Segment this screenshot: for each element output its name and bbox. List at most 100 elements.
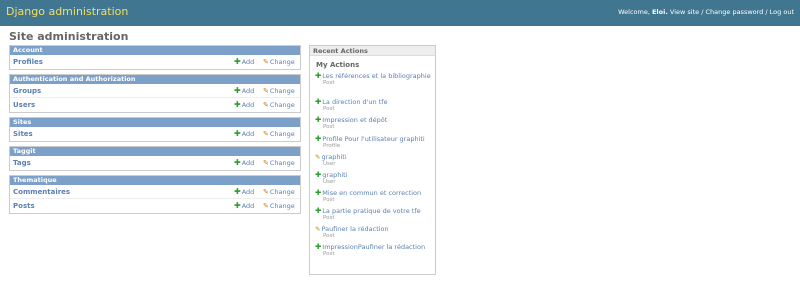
page-title: Site administration	[9, 30, 129, 43]
change-label: Change	[269, 202, 295, 210]
recent-action-link[interactable]: ✚ImpressionPaufiner la rédaction	[315, 242, 433, 252]
plus-icon: ✚	[234, 187, 241, 196]
change-link[interactable]: ✎Change	[263, 127, 295, 141]
change-label: Change	[269, 58, 295, 66]
pencil-icon: ✎	[263, 87, 269, 95]
plus-icon: ✚	[234, 158, 241, 167]
recent-action-item: ✚graphiti User	[315, 171, 433, 186]
change-password-link[interactable]: Change password	[706, 8, 764, 16]
model-link[interactable]: Profiles	[13, 55, 43, 69]
recent-action-title: ImpressionPaufiner la rédaction	[322, 243, 426, 251]
model-link[interactable]: Tags	[13, 156, 31, 170]
model-link[interactable]: Sites	[13, 127, 33, 141]
welcome-text: Welcome,	[618, 8, 650, 16]
change-link[interactable]: ✎Change	[263, 199, 295, 213]
plus-icon: ✚	[234, 201, 241, 210]
plus-icon: ✚	[315, 242, 322, 251]
header-bar: Django administration Welcome, Eloi. Vie…	[0, 0, 800, 26]
model-row: Sites ✚Add ✎Change	[10, 127, 300, 141]
add-link[interactable]: ✚Add	[234, 98, 254, 112]
plus-icon: ✚	[234, 100, 241, 109]
plus-icon: ✚	[315, 170, 322, 179]
recent-action-link[interactable]: ✎Paufiner la rédaction	[315, 225, 433, 233]
model-link[interactable]: Users	[13, 98, 35, 112]
add-link[interactable]: ✚Add	[234, 156, 254, 170]
model-row: Users ✚Add ✎Change	[10, 98, 300, 112]
recent-action-link[interactable]: ✚Mise en commun et correction	[315, 188, 433, 198]
add-label: Add	[241, 87, 255, 95]
recent-action-link[interactable]: ✚La partie pratique de votre tfe	[315, 207, 433, 216]
change-label: Change	[269, 159, 295, 167]
model-row: Profiles ✚Add ✎Change	[10, 55, 300, 69]
app-module: Taggit Tags ✚Add ✎Change	[9, 146, 301, 171]
app-module: Authentication and Authorization Groups ✚A…	[9, 74, 301, 113]
pencil-icon: ✎	[263, 159, 269, 167]
recent-action-link[interactable]: ✚Profile Pour l'utilisateur graphiti	[315, 135, 433, 144]
add-link[interactable]: ✚Add	[234, 127, 254, 141]
logout-link[interactable]: Log out	[770, 8, 794, 16]
change-link[interactable]: ✎Change	[263, 84, 295, 98]
model-link[interactable]: Posts	[13, 199, 35, 213]
model-row: Posts ✚Add ✎Change	[10, 199, 300, 213]
module-caption[interactable]: Thematique	[10, 176, 300, 185]
recent-actions-caption: Recent Actions	[310, 46, 435, 56]
add-label: Add	[241, 188, 255, 196]
pencil-icon: ✎	[263, 58, 269, 66]
recent-action-title: La partie pratique de votre tfe	[322, 207, 421, 215]
recent-action-title: Mise en commun et correction	[322, 189, 422, 197]
app-module: Thematique Commentaires ✚Add ✎Change Posts ✚A…	[9, 175, 301, 214]
recent-action-title: Paufiner la rédaction	[321, 225, 389, 233]
add-link[interactable]: ✚Add	[234, 199, 254, 213]
recent-action-item: ✚La direction d'un tfe Post	[315, 98, 433, 113]
recent-action-type: Post	[323, 251, 335, 257]
add-link[interactable]: ✚Add	[234, 55, 254, 69]
recent-action-item: ✚Les références et la bibliographie Post	[315, 72, 433, 87]
recent-action-link[interactable]: ✚La direction d'un tfe	[315, 97, 433, 107]
recent-action-link[interactable]: ✚Impression et dépôt	[315, 115, 433, 125]
model-row: Groups ✚Add ✎Change	[10, 84, 300, 98]
add-label: Add	[241, 159, 255, 167]
change-link[interactable]: ✎Change	[263, 156, 295, 170]
recent-action-item: ✚Mise en commun et correction Post	[315, 189, 433, 204]
model-link[interactable]: Commentaires	[13, 185, 70, 199]
recent-action-item: ✚Impression et dépôt Post	[315, 116, 433, 131]
module-caption[interactable]: Sites	[10, 118, 300, 127]
change-link[interactable]: ✎Change	[263, 98, 295, 112]
plus-icon: ✚	[315, 115, 322, 124]
recent-action-link[interactable]: ✚Les références et la bibliographie	[315, 72, 433, 81]
change-label: Change	[269, 87, 295, 95]
recent-action-type: Post	[323, 124, 335, 130]
recent-action-link[interactable]: ✎graphiti	[315, 153, 433, 161]
add-link[interactable]: ✚Add	[234, 185, 254, 199]
change-link[interactable]: ✎Change	[263, 185, 295, 199]
separator: /	[701, 8, 704, 16]
recent-action-title: Impression et dépôt	[322, 116, 388, 124]
module-caption[interactable]: Account	[10, 46, 300, 55]
recent-action-title: Profile Pour l'utilisateur graphiti	[322, 135, 425, 143]
recent-action-item: ✚Profile Pour l'utilisateur graphiti Prof…	[315, 135, 433, 150]
add-link[interactable]: ✚Add	[234, 84, 254, 98]
app-module: Account Profiles ✚Add ✎Change	[9, 45, 301, 70]
model-row: Tags ✚Add ✎Change	[10, 156, 300, 170]
plus-icon: ✚	[315, 188, 322, 197]
plus-icon: ✚	[234, 86, 241, 95]
recent-action-item: ✎Paufiner la rédaction Post	[315, 225, 433, 240]
recent-action-type: Post	[323, 80, 335, 86]
recent-action-type: Post	[323, 106, 335, 112]
module-caption[interactable]: Authentication and Authorization	[10, 75, 300, 84]
app-modules: Account Profiles ✚Add ✎Change Authentication…	[9, 45, 301, 218]
plus-icon: ✚	[315, 97, 322, 106]
recent-action-type: User	[323, 161, 336, 167]
change-label: Change	[269, 130, 295, 138]
recent-action-link[interactable]: ✚graphiti	[315, 170, 433, 180]
module-caption[interactable]: Taggit	[10, 147, 300, 156]
change-link[interactable]: ✎Change	[263, 55, 295, 69]
recent-actions-panel: Recent Actions My Actions ✚Les référence…	[309, 45, 436, 275]
model-row: Commentaires ✚Add ✎Change	[10, 185, 300, 199]
site-branding[interactable]: Django administration	[6, 5, 128, 18]
pencil-icon: ✎	[263, 101, 269, 109]
view-site-link[interactable]: View site	[670, 8, 699, 16]
recent-action-type: Profile	[323, 143, 341, 149]
model-link[interactable]: Groups	[13, 84, 41, 98]
recent-action-title: Les références et la bibliographie	[322, 72, 431, 80]
